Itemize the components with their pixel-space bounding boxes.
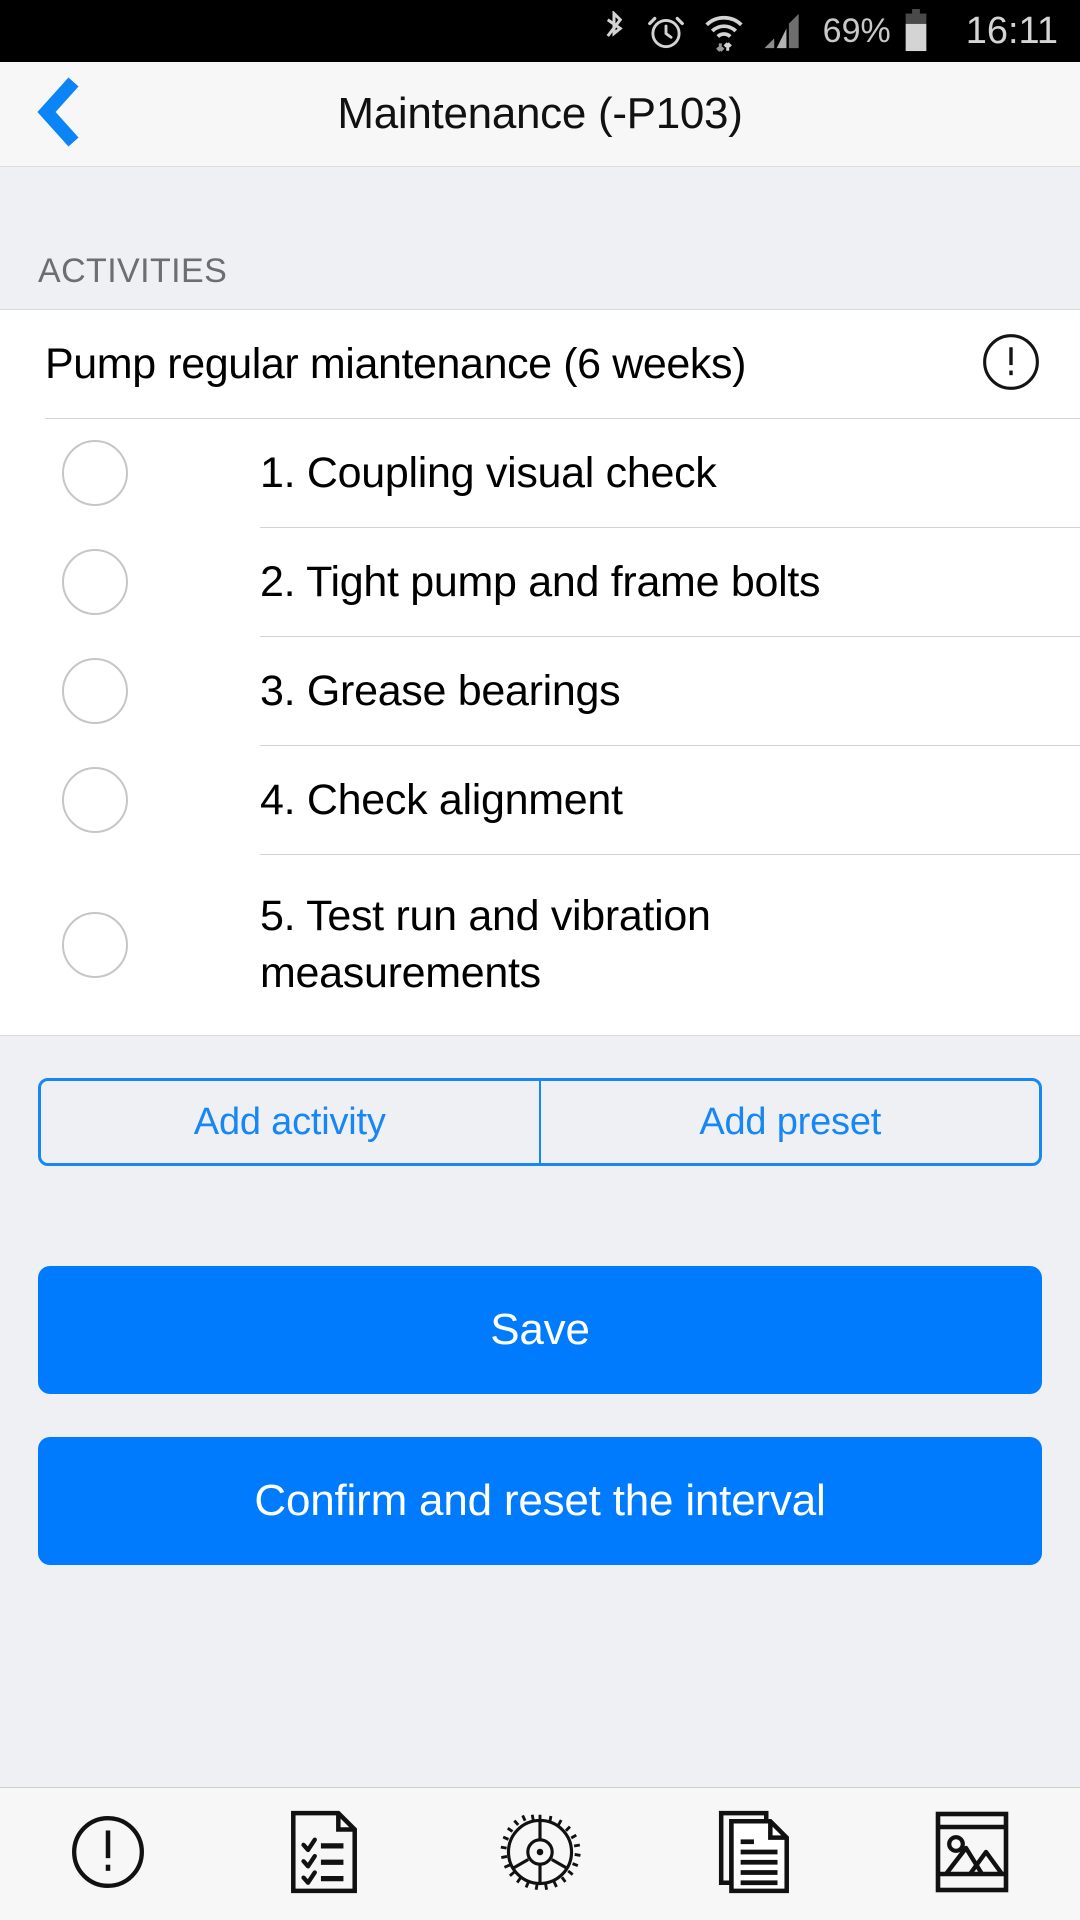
task-row[interactable]: 2. Tight pump and frame bolts	[0, 528, 1080, 636]
page-title: Maintenance (-P103)	[337, 89, 743, 138]
tab-checklist[interactable]	[216, 1788, 432, 1920]
section-header-label: ACTIVITIES	[38, 252, 228, 290]
task-checkbox[interactable]	[0, 912, 260, 978]
battery-icon	[903, 9, 929, 53]
nav-bar: Maintenance (-P103)	[0, 62, 1080, 167]
back-button[interactable]	[0, 62, 120, 166]
task-checkbox[interactable]	[0, 549, 260, 615]
status-bar: 69% 16:11	[0, 0, 1080, 62]
add-segmented-control: Add activity Add preset	[38, 1078, 1042, 1166]
image-icon	[932, 1809, 1012, 1900]
task-row[interactable]: 5. Test run and vibration measurements	[0, 855, 1080, 1035]
task-content: 4. Check alignment	[260, 746, 1080, 854]
save-button[interactable]: Save	[38, 1266, 1042, 1394]
tab-settings[interactable]	[432, 1788, 648, 1920]
activity-title-row[interactable]: Pump regular miantenance (6 weeks)	[0, 310, 1080, 418]
task-label: 1. Coupling visual check	[260, 448, 717, 497]
activity-card: Pump regular miantenance (6 weeks) 1. Co…	[0, 310, 1080, 1036]
checklist-document-icon	[285, 1809, 363, 1900]
add-preset-button[interactable]: Add preset	[541, 1081, 1039, 1163]
add-activity-button[interactable]: Add activity	[41, 1081, 539, 1163]
task-content: 1. Coupling visual check	[260, 419, 1080, 527]
footer-actions: Add activity Add preset Save Confirm and…	[0, 1036, 1080, 1787]
bottom-tab-bar	[0, 1787, 1080, 1920]
activity-title: Pump regular miantenance (6 weeks)	[45, 339, 747, 388]
documents-icon	[717, 1809, 795, 1900]
alert-circle-icon	[980, 331, 1042, 398]
checkbox-circle-icon	[62, 440, 128, 506]
checkbox-circle-icon	[62, 912, 128, 978]
task-label: 5. Test run and vibration measurements	[260, 892, 711, 997]
checkbox-circle-icon	[62, 658, 128, 724]
section-header-activities: ACTIVITIES	[0, 167, 1080, 310]
clock-label: 16:11	[946, 12, 1058, 50]
task-checkbox[interactable]	[0, 440, 260, 506]
wifi-icon	[703, 10, 745, 52]
checkbox-circle-icon	[62, 549, 128, 615]
gear-icon	[497, 1809, 583, 1900]
content-scroll: ACTIVITIES Pump regular miantenance (6 w…	[0, 167, 1080, 1787]
task-content: 5. Test run and vibration measurements	[260, 855, 1080, 1035]
app-root: 69% 16:11 Maintenance (-P103) ACTIVITIES…	[0, 0, 1080, 1920]
alarm-icon	[646, 11, 686, 51]
task-content: 2. Tight pump and frame bolts	[260, 528, 1080, 636]
tab-images[interactable]	[864, 1788, 1080, 1920]
task-checkbox[interactable]	[0, 658, 260, 724]
task-row[interactable]: 3. Grease bearings	[0, 637, 1080, 745]
chevron-left-icon	[37, 76, 83, 153]
battery-percent-label: 69%	[823, 14, 891, 48]
task-content: 3. Grease bearings	[260, 637, 1080, 745]
battery-percent-text: 69%	[822, 12, 891, 50]
task-label: 4. Check alignment	[260, 775, 623, 824]
task-row[interactable]: 4. Check alignment	[0, 746, 1080, 854]
task-row[interactable]: 1. Coupling visual check	[0, 419, 1080, 527]
tab-alerts[interactable]	[0, 1788, 216, 1920]
task-checkbox[interactable]	[0, 767, 260, 833]
activity-alert-button[interactable]	[976, 329, 1046, 399]
alert-circle-icon	[67, 1811, 149, 1898]
checkbox-circle-icon	[62, 767, 128, 833]
tab-documents[interactable]	[648, 1788, 864, 1920]
signal-icon	[762, 11, 806, 51]
task-label: 3. Grease bearings	[260, 666, 621, 715]
clock-text: 16:11	[965, 10, 1058, 52]
confirm-reset-interval-button[interactable]: Confirm and reset the interval	[38, 1437, 1042, 1565]
task-label: 2. Tight pump and frame bolts	[260, 557, 821, 606]
bluetooth-icon	[599, 11, 629, 51]
footer-spacer	[38, 1565, 1042, 1787]
